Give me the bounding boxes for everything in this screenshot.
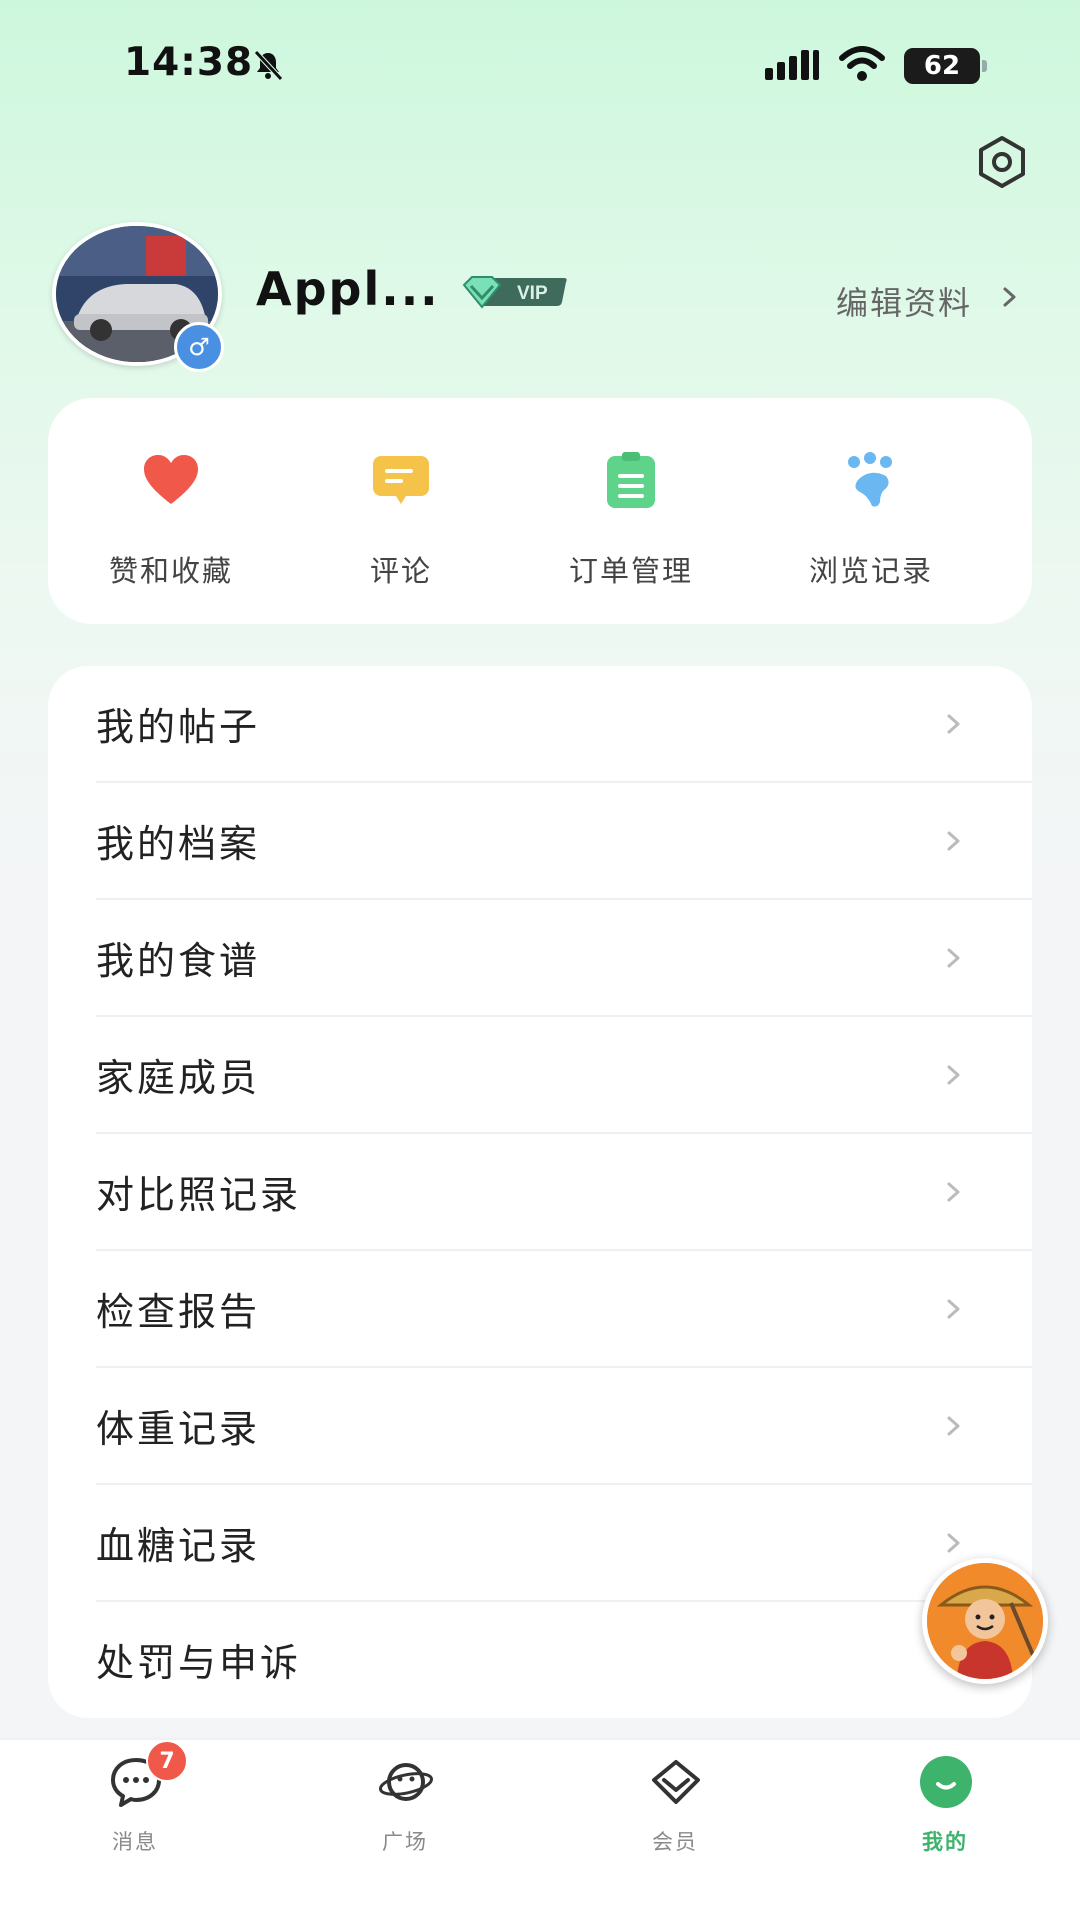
menu-item-glucose-records[interactable]: 血糖记录 (48, 1485, 1032, 1602)
wifi-icon (839, 46, 885, 81)
quick-action-history[interactable]: 浏览记录 (748, 398, 994, 624)
menu-item-my-posts[interactable]: 我的帖子 (48, 666, 1032, 783)
menu-list: 我的帖子 我的档案 我的食谱 家庭成员 对比照记录 检查报告 体重记录 血糖记录 (48, 666, 1032, 1718)
chevron-right-icon (947, 1299, 960, 1319)
chevron-right-icon (947, 1416, 960, 1436)
nav-tab-messages[interactable]: 7 消息 (0, 1740, 270, 1920)
diamond-icon (652, 1760, 700, 1804)
chevron-right-icon (1003, 287, 1016, 307)
menu-item-my-recipes[interactable]: 我的食谱 (48, 900, 1032, 1017)
quick-actions-card: 赞和收藏 评论 订单管理 浏览记录 (48, 398, 1032, 624)
nav-label: 广场 (382, 1830, 428, 1854)
nav-tab-membership[interactable]: 会员 (540, 1740, 810, 1920)
menu-item-comparison-photos[interactable]: 对比照记录 (48, 1134, 1032, 1251)
menu-item-label: 我的帖子 (96, 705, 261, 749)
nav-label: 消息 (112, 1830, 158, 1854)
heart-icon (144, 455, 198, 504)
planet-icon (378, 1763, 434, 1801)
menu-item-label: 血糖记录 (96, 1524, 261, 1568)
edit-profile-link[interactable]: 编辑资料 (836, 278, 972, 324)
quick-action-comments[interactable]: 评论 (278, 398, 524, 624)
quick-action-likes[interactable]: 赞和收藏 (48, 398, 294, 624)
chevron-right-icon (947, 1533, 960, 1553)
chevron-right-icon (947, 1182, 960, 1202)
username: Appl... (256, 262, 440, 316)
settings-icon[interactable] (974, 134, 1030, 190)
menu-item-label: 处罚与申诉 (96, 1641, 302, 1685)
signal-icon (765, 50, 819, 80)
bottom-nav: 7 消息 广场 会员 我的 (0, 1740, 1080, 1920)
menu-item-exam-reports[interactable]: 检查报告 (48, 1251, 1032, 1368)
quick-action-label: 浏览记录 (808, 554, 933, 588)
nav-label: 会员 (652, 1830, 698, 1854)
quick-action-label: 赞和收藏 (108, 554, 233, 588)
floating-assistant-button[interactable] (922, 1558, 1048, 1684)
chevron-right-icon (947, 1065, 960, 1085)
menu-item-penalty-appeal[interactable]: 处罚与申诉 (48, 1602, 1032, 1718)
menu-item-label: 我的档案 (96, 822, 261, 866)
battery-cap (982, 60, 987, 72)
chevron-right-icon (947, 831, 960, 851)
menu-item-my-profile-file[interactable]: 我的档案 (48, 783, 1032, 900)
chevron-right-icon (947, 948, 960, 968)
battery-indicator: 62 (904, 48, 980, 84)
vip-label: VIP (517, 283, 548, 304)
bell-muted-icon (254, 50, 283, 81)
nav-label: 我的 (922, 1830, 968, 1854)
status-time: 14:38 (124, 40, 254, 85)
mascot-farmer-icon (927, 1563, 1043, 1679)
menu-item-family-members[interactable]: 家庭成员 (48, 1017, 1032, 1134)
nav-tab-me[interactable]: 我的 (810, 1740, 1080, 1920)
menu-item-label: 体重记录 (96, 1407, 261, 1451)
comment-icon (373, 456, 429, 504)
clipboard-icon (607, 452, 655, 508)
menu-item-label: 我的食谱 (96, 939, 261, 983)
nav-tab-plaza[interactable]: 广场 (270, 1740, 540, 1920)
smile-face-icon (920, 1756, 972, 1808)
vip-badge[interactable]: VIP (462, 272, 570, 312)
gender-male-icon: ♂ (174, 322, 224, 372)
paw-icon (848, 452, 892, 507)
chevron-right-icon (947, 714, 960, 734)
menu-item-label: 检查报告 (96, 1290, 261, 1334)
menu-item-label: 家庭成员 (96, 1056, 261, 1100)
quick-action-label: 评论 (369, 554, 432, 588)
quick-action-orders[interactable]: 订单管理 (508, 398, 754, 624)
menu-item-label: 对比照记录 (96, 1173, 302, 1217)
unread-badge: 7 (146, 1740, 188, 1782)
menu-item-weight-records[interactable]: 体重记录 (48, 1368, 1032, 1485)
quick-action-label: 订单管理 (568, 554, 693, 588)
